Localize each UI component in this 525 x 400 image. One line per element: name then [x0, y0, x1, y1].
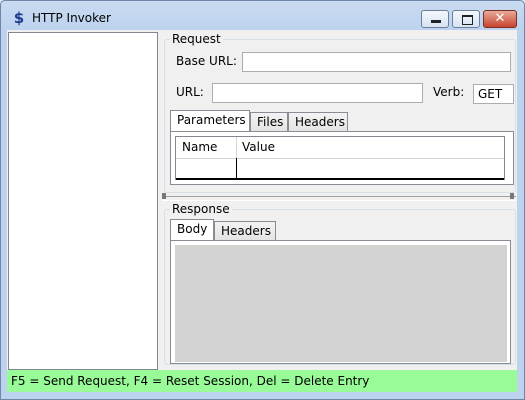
column-divider — [236, 137, 237, 158]
request-group-label: Request — [170, 32, 223, 46]
history-list[interactable] — [8, 32, 158, 370]
window-title: HTTP Invoker — [32, 11, 111, 25]
title-bar[interactable]: $ HTTP Invoker ✕ — [1, 1, 524, 33]
response-group-label: Response — [170, 202, 232, 216]
column-header-name[interactable]: Name — [182, 140, 217, 154]
tab-response-headers[interactable]: Headers — [214, 221, 276, 241]
response-body-area[interactable] — [175, 245, 507, 362]
parameters-panel: Name Value — [170, 131, 514, 185]
maximize-button[interactable] — [452, 10, 480, 28]
tab-body[interactable]: Body — [170, 219, 214, 241]
minimize-icon — [431, 20, 441, 23]
splitter-handle-left — [162, 193, 166, 199]
grid-header: Name Value — [176, 137, 504, 159]
splitter-handle-right — [510, 193, 514, 199]
cell-divider — [236, 158, 237, 178]
status-text: F5 = Send Request, F4 = Reset Session, D… — [11, 374, 370, 388]
table-row[interactable] — [176, 158, 504, 180]
request-group: Request Base URL: URL: Verb: GET Paramet… — [164, 32, 516, 193]
app-icon: $ — [13, 9, 25, 27]
client-area: Request Base URL: URL: Verb: GET Paramet… — [7, 30, 517, 392]
response-group: Response Body Headers — [164, 202, 516, 365]
tab-parameters[interactable]: Parameters — [170, 110, 250, 132]
response-body-panel — [170, 240, 511, 364]
verb-input[interactable]: GET — [473, 84, 514, 104]
close-button[interactable]: ✕ — [483, 10, 517, 28]
tab-files[interactable]: Files — [250, 112, 288, 132]
url-input[interactable] — [212, 83, 423, 103]
base-url-input[interactable] — [242, 52, 511, 72]
parameters-grid[interactable]: Name Value — [175, 136, 505, 180]
status-bar: F5 = Send Request, F4 = Reset Session, D… — [7, 370, 517, 392]
minimize-button[interactable] — [421, 10, 449, 28]
splitter[interactable] — [162, 193, 516, 201]
column-header-value[interactable]: Value — [242, 140, 275, 154]
base-url-label: Base URL: — [176, 54, 237, 68]
verb-label: Verb: — [433, 85, 465, 99]
close-icon: ✕ — [494, 11, 506, 26]
url-label: URL: — [176, 85, 204, 99]
maximize-icon — [462, 15, 473, 25]
tab-request-headers[interactable]: Headers — [288, 112, 348, 132]
